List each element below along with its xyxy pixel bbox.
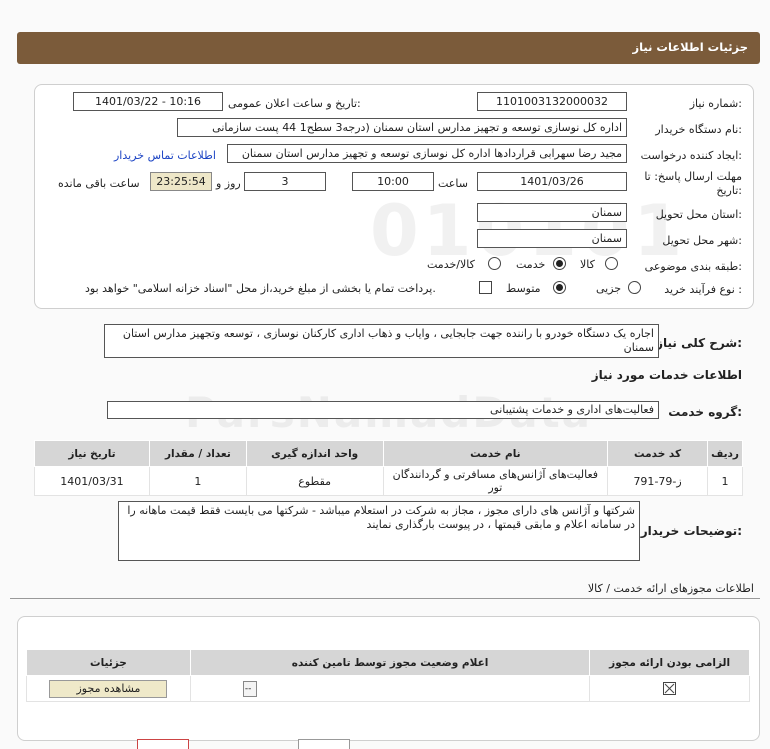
province-label: استان محل تحویل: [655,208,742,221]
permits-title: اطلاعات مجوزهای ارائه خدمت / کالا [587,582,754,595]
category-radio-goods-service[interactable] [488,257,501,270]
permit-required-checkbox[interactable] [663,682,677,696]
bottom-button-left[interactable] [137,739,189,749]
province-field: سمنان [477,203,627,222]
category-option-goods-service: کالا/خدمت [427,258,475,271]
permit-details-cell: مشاهده مجوز [26,675,191,702]
cell-name: فعالیت‌های آژانس‌های مسافرتی و گردانندگا… [382,466,609,496]
need-number-field: 1101003132000032 [477,92,627,111]
process-radio-medium[interactable] [553,281,566,294]
creator-field: مجید رضا سهرابی قراردادها اداره کل نوساز… [227,144,627,163]
x-mark-icon [664,683,675,694]
deadline-label: مهلت ارسال پاسخ: تا [644,170,742,183]
col-unit: واحد اندازه گیری [245,440,384,467]
table-row: -- مشاهده مجوز [26,675,750,702]
permits-table-header: الزامی بودن ارائه مجوز اعلام وضعیت مجوز … [26,649,750,676]
cell-qty: 1 [148,466,247,496]
process-option-medium: متوسط [506,282,541,295]
view-permit-button[interactable]: مشاهده مجوز [49,679,168,698]
process-radio-minor[interactable] [628,281,641,294]
col-row: ردیف [707,440,743,467]
category-label: طبقه بندی موضوعی: [644,260,742,273]
treasury-payment-note: پرداخت تمام یا بخشی از مبلغ خرید،از محل … [85,282,436,295]
cell-date: 1401/03/31 [34,466,150,496]
buyer-notes-label: توضیحات خریدار: [640,524,742,538]
deadline-label-date: تاریخ: [716,184,742,197]
city-label: شهر محل تحویل: [662,234,742,247]
process-type-label: نوع فرآیند خرید : [664,283,742,296]
city-field: سمنان [477,229,627,248]
announce-label: تاریخ و ساعت اعلان عمومی: [228,97,361,110]
permit-status-cell: -- [189,675,591,702]
services-table-header: ردیف کد خدمت نام خدمت واحد اندازه گیری ت… [34,440,743,467]
deadline-date-field: 1401/03/26 [477,172,627,191]
table-row: 1 ز-79-791 فعالیت‌های آژانس‌های مسافرتی … [34,466,743,496]
services-table: ردیف کد خدمت نام خدمت واحد اندازه گیری ت… [34,440,743,496]
services-section-title: اطلاعات خدمات مورد نیاز [591,368,742,382]
announce-date-field: 1401/03/22 - 10:16 [73,92,223,111]
cell-row: 1 [707,466,743,496]
category-option-service: خدمت [516,258,546,271]
deadline-time-field: 10:00 [352,172,434,191]
col-code: کد خدمت [607,440,709,467]
days-label: روز و [216,177,241,190]
chevron-down-icon: -- [244,683,252,694]
col-permit-status: اعلام وضعیت مجوز توسط تامین کننده [189,649,591,676]
col-name: نام خدمت [382,440,609,467]
col-qty: تعداد / مقدار [148,440,247,467]
col-permit-details: جزئیات [26,649,191,676]
service-group-field: فعالیت‌های اداری و خدمات پشتیبانی [107,401,659,419]
summary-text: اجاره یک دستگاه خودرو با راننده جهت جابج… [104,324,659,358]
category-radio-service[interactable] [553,257,566,270]
creator-label: ایجاد کننده درخواست: [640,149,742,162]
buyer-notes-text: شرکتها و آژانس های دارای مجوز ، مجاز به … [118,501,640,561]
cell-code: ز-79-791 [607,466,709,496]
remaining-label: ساعت باقی مانده [58,177,140,190]
category-radio-goods[interactable] [605,257,618,270]
permit-required-cell [589,675,750,702]
permits-divider [10,598,760,599]
page-header: جزئیات اطلاعات نیاز [17,32,760,64]
time-label: ساعت [438,177,468,190]
buyer-label: نام دستگاه خریدار: [655,123,742,136]
summary-label: شرح کلی نیاز: [656,336,742,350]
page-title: جزئیات اطلاعات نیاز [632,40,748,54]
days-field: 3 [244,172,326,191]
col-permit-required: الزامی بودن ارائه مجوز [589,649,750,676]
buyer-org-field: اداره کل نوسازی توسعه و تجهیز مدارس استا… [177,118,627,137]
buyer-contact-link[interactable]: اطلاعات تماس خریدار [114,149,216,162]
bottom-button-right[interactable] [298,739,350,749]
service-group-label: گروه خدمت: [668,405,742,419]
process-option-minor: جزیی [596,282,622,295]
permits-table: الزامی بودن ارائه مجوز اعلام وضعیت مجوز … [26,649,750,702]
need-number-label: شماره نیاز: [689,97,742,110]
treasury-payment-checkbox[interactable] [479,281,492,294]
col-date: تاریخ نیاز [34,440,150,467]
cell-unit: مقطوع [245,466,384,496]
remaining-time-field: 23:25:54 [150,172,212,191]
category-option-goods: کالا [580,258,595,271]
permit-status-select[interactable]: -- [242,680,257,697]
